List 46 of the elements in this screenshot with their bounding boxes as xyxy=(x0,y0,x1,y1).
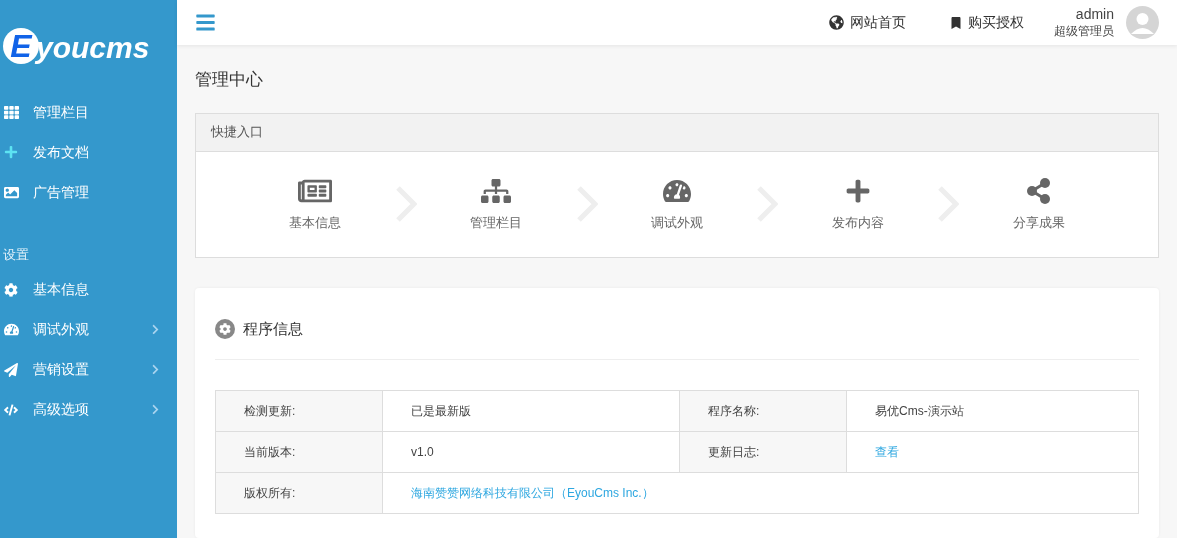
value-cell: 易优Cms-演示站 xyxy=(846,390,1139,431)
sidebar-item[interactable]: 营销设置 xyxy=(0,349,177,390)
link-cell[interactable]: 海南赞赞网络科技有限公司（EyouCms Inc.） xyxy=(382,472,1139,513)
quick-entry-item[interactable]: 分享成果 xyxy=(959,175,1118,233)
grid-icon xyxy=(4,104,19,120)
plus-icon xyxy=(844,178,871,205)
section-label: 设置 xyxy=(2,246,30,264)
label-cell: 版权所有: xyxy=(215,472,383,513)
settings-icon xyxy=(4,282,18,297)
label-cell: 检测更新: xyxy=(215,390,383,431)
value-cell: v1.0 xyxy=(382,431,680,472)
settings-icon xyxy=(215,319,235,339)
page-title: 管理中心 xyxy=(195,69,263,91)
sidebar-item[interactable]: 基本信息 xyxy=(0,269,177,310)
quick-entry-item[interactable]: 发布内容 xyxy=(778,175,938,233)
sidebar-item[interactable]: 高级选项 xyxy=(0,389,177,430)
code-icon xyxy=(4,402,18,417)
panel-title: 快捷入口 xyxy=(211,123,263,142)
label-cell: 更新日志: xyxy=(679,431,847,472)
home-link[interactable]: 网站首页 xyxy=(829,12,906,33)
share-icon xyxy=(1024,177,1053,206)
plus-icon xyxy=(4,145,18,159)
chevron-right-icon xyxy=(150,324,161,335)
bookmark-icon xyxy=(950,16,962,29)
card-title: 程序信息 xyxy=(243,318,303,339)
user-role: 超级管理员 xyxy=(1054,23,1114,39)
label-cell: 程序名称: xyxy=(679,390,847,431)
chevron-right-icon xyxy=(150,364,161,375)
quick-entry-item[interactable]: 管理栏目 xyxy=(416,175,576,233)
purchase-link[interactable]: 购买授权 xyxy=(950,12,1024,33)
chevron-right-icon xyxy=(150,404,161,415)
quick-entry-item[interactable]: 调试外观 xyxy=(597,175,757,233)
globe-icon xyxy=(829,15,844,30)
sidebar-item[interactable]: 管理栏目 xyxy=(0,92,177,132)
value-cell: 已是最新版 xyxy=(382,390,680,431)
image-icon xyxy=(4,184,19,200)
user-name: admin xyxy=(1075,6,1114,24)
gauge-icon xyxy=(4,322,19,337)
sidebar-item[interactable]: 发布文档 xyxy=(0,132,177,172)
quick-entry-item[interactable]: 基本信息 xyxy=(236,175,395,233)
paper-plane-icon xyxy=(4,362,18,377)
menu-icon[interactable] xyxy=(195,12,216,33)
link-cell[interactable]: 查看 xyxy=(846,431,1139,472)
sidebar-item[interactable]: 广告管理 xyxy=(0,172,177,212)
label-cell: 当前版本: xyxy=(215,431,383,472)
sidebar-item[interactable]: 调试外观 xyxy=(0,309,177,350)
